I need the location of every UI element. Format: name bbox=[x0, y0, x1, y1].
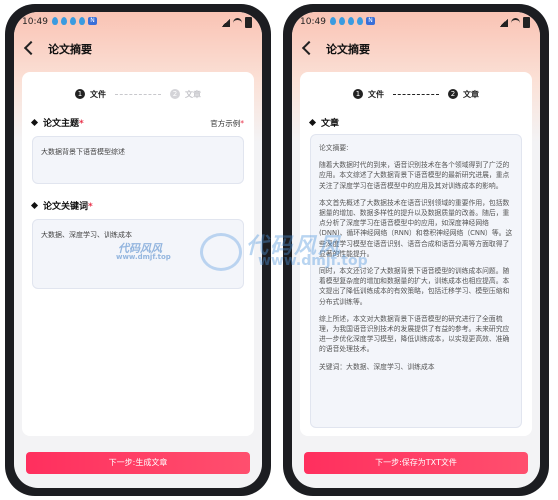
page-title: 论文摘要 bbox=[48, 43, 92, 56]
watermark-url-large: www.dmjf.top bbox=[258, 253, 368, 269]
status-bar: 10:49 N bbox=[292, 12, 540, 34]
wifi-icon bbox=[233, 17, 242, 28]
stepper: 1 文件 2 文章 bbox=[300, 86, 532, 102]
status-time: 10:49 bbox=[300, 17, 326, 27]
diamond-icon bbox=[308, 118, 317, 127]
wifi-icon bbox=[511, 17, 520, 28]
watermark-url: www.dmjf.top bbox=[116, 253, 171, 261]
app-bar: 论文摘要 bbox=[14, 36, 262, 64]
status-time: 10:49 bbox=[22, 17, 48, 27]
step-2-number: 2 bbox=[448, 89, 458, 99]
page-title: 论文摘要 bbox=[326, 43, 370, 56]
signal-icon bbox=[499, 18, 508, 27]
notification-icons: N bbox=[52, 17, 97, 25]
article-keywords: 关键词：大数据、深度学习、训练成本 bbox=[319, 362, 435, 371]
n-badge-icon: N bbox=[366, 17, 375, 25]
watermark-logo-icon bbox=[200, 233, 242, 271]
battery-icon bbox=[245, 17, 252, 28]
step-connector bbox=[393, 93, 439, 95]
drop-icon bbox=[79, 17, 85, 25]
topic-input[interactable]: 大数据背景下语音模型综述 bbox=[32, 136, 244, 184]
battery-icon bbox=[523, 17, 530, 28]
step-1-number: 1 bbox=[75, 89, 85, 99]
back-arrow-icon[interactable] bbox=[301, 40, 317, 56]
back-arrow-icon[interactable] bbox=[23, 40, 39, 56]
notification-icons: N bbox=[330, 17, 375, 25]
n-badge-icon: N bbox=[88, 17, 97, 25]
drop-icon bbox=[330, 17, 336, 25]
generate-article-button[interactable]: 下一步:生成文章 bbox=[26, 452, 250, 474]
step-2-number: 2 bbox=[170, 89, 180, 99]
status-bar: 10:49 N bbox=[14, 12, 262, 34]
article-paragraph: 随着大数据时代的到来，语音识别技术在各个领域得到了广泛的应用。本文综述了大数据背… bbox=[319, 161, 510, 190]
required-mark: * bbox=[88, 202, 93, 212]
keywords-label: 论文关键词 bbox=[43, 202, 89, 212]
article-paragraph: 本文首先概述了大数据技术在语音识别领域的重要作用，包括数据量的增加、数据多样性的… bbox=[319, 198, 513, 258]
drop-icon bbox=[357, 17, 363, 25]
stepper: 1 文件 2 文章 bbox=[22, 86, 254, 102]
step-2-label: 文章 bbox=[463, 89, 479, 99]
topic-label: 论文主题 bbox=[43, 119, 80, 129]
status-right bbox=[499, 17, 530, 28]
step-2-label: 文章 bbox=[185, 89, 201, 99]
drop-icon bbox=[52, 17, 58, 25]
signal-icon bbox=[221, 18, 230, 27]
article-paragraph: 同时，本文还讨论了大数据背景下语音模型的训练成本问题。随着模型复杂度的增加和数据… bbox=[319, 267, 510, 306]
step-1-label: 文件 bbox=[90, 89, 106, 99]
official-example-label: 官方示例 bbox=[210, 119, 241, 128]
diamond-icon bbox=[30, 201, 39, 210]
diamond-icon bbox=[30, 118, 39, 127]
status-right bbox=[221, 17, 252, 28]
app-bar: 论文摘要 bbox=[292, 36, 540, 64]
article-label: 文章 bbox=[321, 119, 340, 129]
required-mark: * bbox=[79, 119, 84, 129]
topic-section-title: 论文主题* bbox=[30, 116, 84, 129]
save-txt-button[interactable]: 下一步:保存为TXT文件 bbox=[304, 452, 528, 474]
example-star: * bbox=[240, 119, 244, 128]
drop-icon bbox=[339, 17, 345, 25]
drop-icon bbox=[70, 17, 76, 25]
article-heading: 论文摘要: bbox=[319, 144, 349, 152]
article-section-title: 文章 bbox=[308, 116, 340, 129]
drop-icon bbox=[348, 17, 354, 25]
drop-icon bbox=[61, 17, 67, 25]
article-paragraph: 综上所述，本文对大数据背景下语音模型的研究进行了全面梳理，为我国语音识别技术的发… bbox=[319, 314, 510, 354]
step-connector bbox=[115, 93, 161, 95]
step-1-label: 文件 bbox=[368, 89, 384, 99]
article-text[interactable]: 论文摘要: 随着大数据时代的到来，语音识别技术在各个领域得到了广泛的应用。本文综… bbox=[310, 134, 522, 428]
official-example-link[interactable]: 官方示例* bbox=[210, 118, 244, 129]
step-1-number: 1 bbox=[353, 89, 363, 99]
keywords-section-title: 论文关键词* bbox=[30, 199, 93, 212]
